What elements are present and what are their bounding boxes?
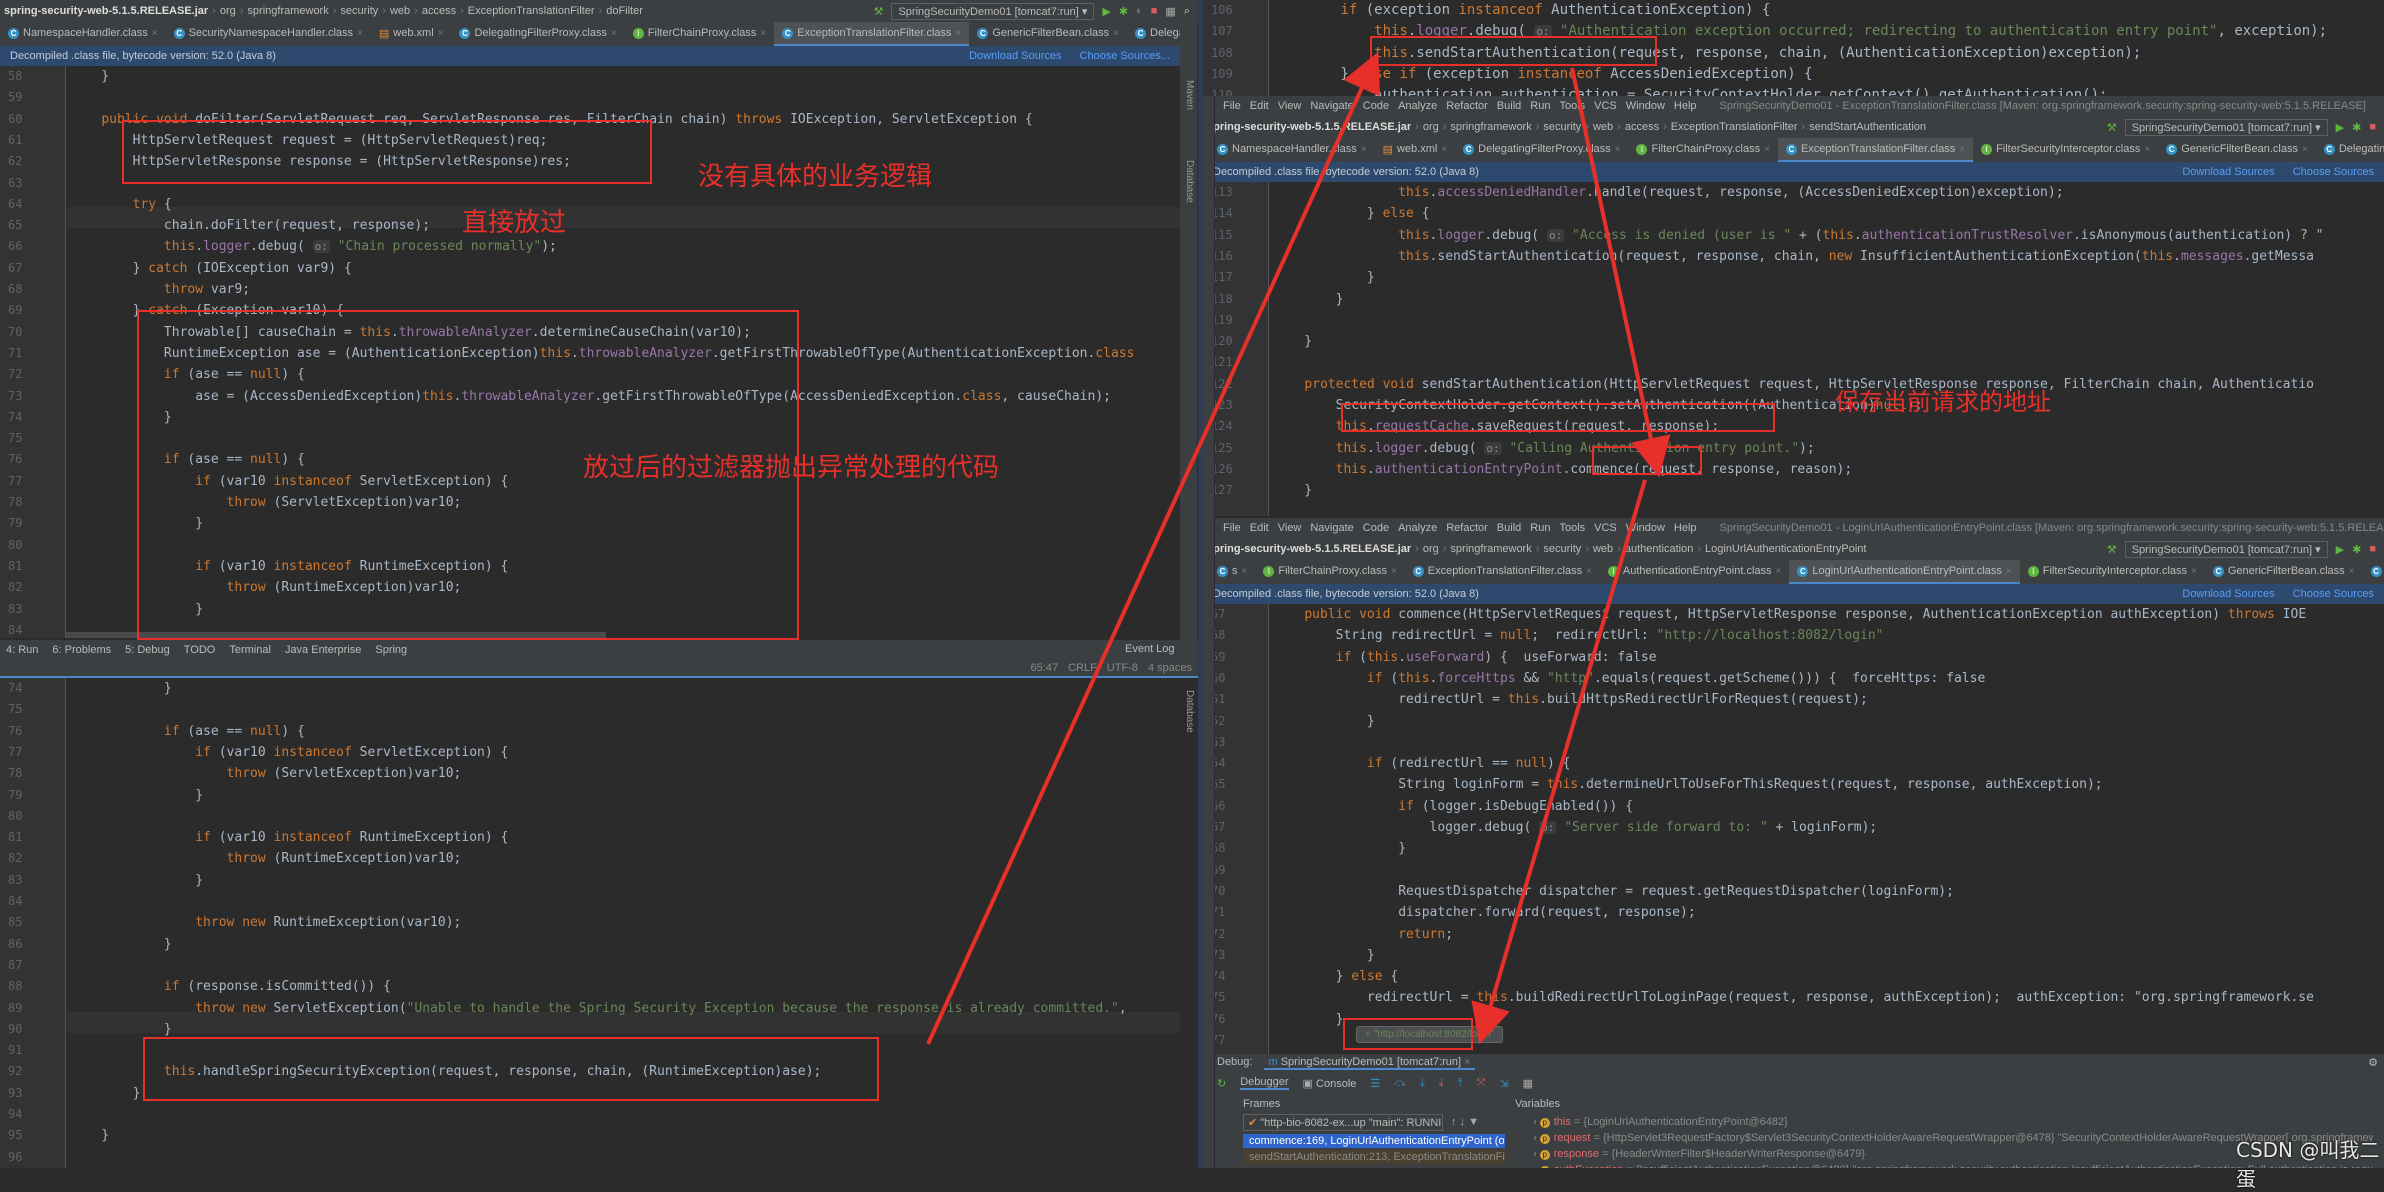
arrow-to-commence <box>1572 68 1655 458</box>
watermark: CSDN @叫我二蛋 <box>2236 1134 2384 1192</box>
arrow-to-redirect <box>1485 480 1645 1025</box>
annotation-arrows <box>0 0 2384 1168</box>
arrow-to-send-start-auth <box>928 70 1370 1044</box>
